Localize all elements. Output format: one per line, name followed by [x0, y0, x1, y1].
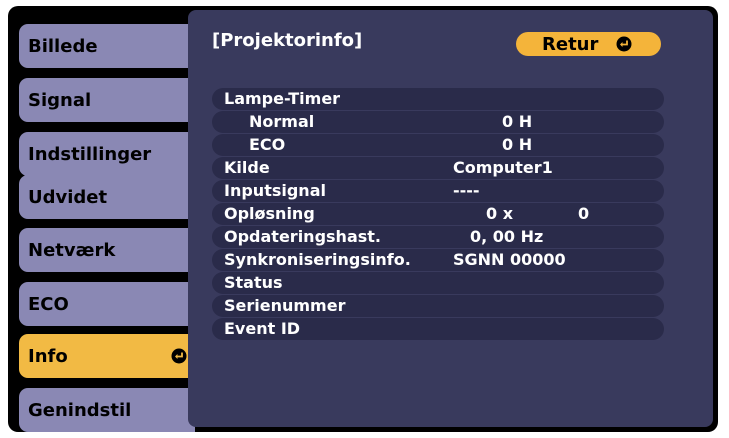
return-button-label: Retur — [542, 33, 599, 55]
info-label: Status — [224, 273, 283, 292]
info-label: Lampe-Timer — [224, 89, 341, 108]
menu-tab-netvaerk[interactable]: Netværk — [19, 228, 195, 272]
info-row-synkroniseringsinfo: Synkroniseringsinfo. SGNN 00000 — [212, 249, 664, 271]
menu-tab-label: Netværk — [28, 239, 116, 261]
info-value: SGNN 00000 — [453, 250, 566, 269]
menu-tab-info[interactable]: Info — [19, 334, 195, 378]
info-row-status: Status — [212, 272, 664, 294]
info-value: ---- — [453, 181, 480, 200]
projector-menu-screen: Billede Signal Indstillinger Udvidet Net… — [8, 6, 718, 432]
menu-tab-udvidet[interactable]: Udvidet — [19, 175, 195, 219]
menu-tab-label: Indstillinger — [28, 143, 152, 165]
info-row-normal: Normal 0 H — [212, 111, 664, 133]
projector-info-panel: [Projektorinfo] Retur Lampe-Timer Normal… — [188, 10, 713, 427]
info-row-inputsignal: Inputsignal ---- — [212, 180, 664, 202]
info-label: Normal — [249, 112, 315, 131]
menu-tab-label: Genindstil — [28, 399, 132, 421]
menu-tab-label: Info — [28, 345, 68, 367]
info-value: 0 H — [502, 112, 533, 131]
info-label: Inputsignal — [224, 181, 326, 200]
menu-tab-indstillinger[interactable]: Indstillinger — [19, 132, 195, 176]
menu-tab-signal[interactable]: Signal — [19, 78, 195, 122]
info-value-secondary: 0 — [578, 204, 590, 223]
return-button[interactable]: Retur — [516, 32, 661, 56]
info-label: Synkroniseringsinfo. — [224, 250, 411, 269]
menu-tab-genindstil[interactable]: Genindstil — [19, 388, 195, 432]
info-label: ECO — [249, 135, 286, 154]
info-row-lampe-timer: Lampe-Timer — [212, 88, 664, 110]
info-row-opdateringshast: Opdateringshast. 0, 00 Hz — [212, 226, 664, 248]
menu-tab-label: ECO — [28, 293, 69, 315]
menu-tab-label: Billede — [28, 35, 98, 57]
info-value: Computer1 — [453, 158, 553, 177]
info-label: Opløsning — [224, 204, 315, 223]
info-label: Serienummer — [224, 296, 346, 315]
info-value: 0 H — [502, 135, 533, 154]
info-row-kilde: Kilde Computer1 — [212, 157, 664, 179]
menu-tab-billede[interactable]: Billede — [19, 24, 195, 68]
info-label: Opdateringshast. — [224, 227, 381, 246]
info-row-eco: ECO 0 H — [212, 134, 664, 156]
info-row-oplosning: Opløsning 0 x 0 — [212, 203, 664, 225]
info-value: 0, 00 Hz — [470, 227, 544, 246]
menu-tab-label: Signal — [28, 89, 92, 111]
enter-icon — [616, 36, 632, 52]
info-label: Kilde — [224, 158, 270, 177]
info-value: 0 x — [486, 204, 514, 223]
enter-icon — [171, 348, 187, 364]
info-row-event-id: Event ID — [212, 318, 664, 340]
info-label: Event ID — [224, 319, 301, 338]
menu-tab-label: Udvidet — [28, 186, 108, 208]
info-row-serienummer: Serienummer — [212, 295, 664, 317]
menu-tab-eco[interactable]: ECO — [19, 282, 195, 326]
panel-title: [Projektorinfo] — [212, 30, 363, 51]
